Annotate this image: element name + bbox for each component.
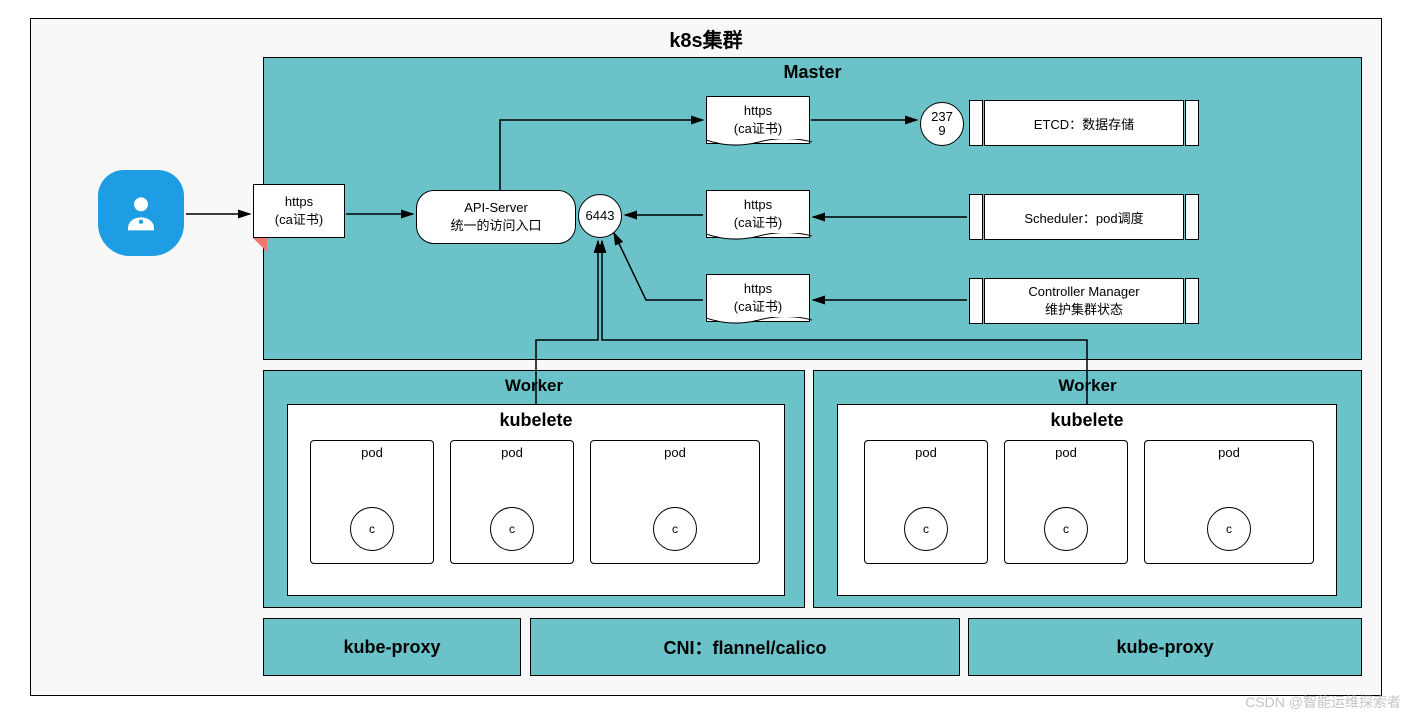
https-line1: https	[744, 103, 772, 118]
kube-proxy2-label: kube-proxy	[1116, 637, 1213, 658]
pod-container-circle: c	[350, 507, 394, 551]
kube-proxy2-box: kube-proxy	[968, 618, 1362, 676]
kube-proxy1-label: kube-proxy	[343, 637, 440, 658]
etcd-left-side	[969, 100, 983, 146]
watermark-text: CSDN @智能运维探索者	[1245, 692, 1401, 712]
kubelet2-title: kubelete	[837, 410, 1337, 431]
https-note-controller: https (ca证书)	[706, 274, 810, 322]
pod-label: pod	[591, 445, 759, 460]
controller-left-side	[969, 278, 983, 324]
etcd-right-side	[1185, 100, 1199, 146]
worker1-title: Worker	[263, 376, 805, 396]
pod-container-circle: c	[490, 507, 534, 551]
master-title: Master	[263, 62, 1362, 83]
api-server-line2: 统一的访问入口	[450, 215, 541, 234]
kubelet1-title: kubelete	[287, 410, 785, 431]
pod-container-circle: c	[904, 507, 948, 551]
cni-label: CNI：flannel/calico	[663, 634, 826, 660]
ribbon-notch	[253, 238, 267, 252]
controller-module: Controller Manager 维护集群状态	[984, 278, 1184, 324]
pod-label: pod	[865, 445, 987, 460]
pod-box: pod c	[590, 440, 760, 564]
pod-container-circle: c	[653, 507, 697, 551]
user-icon	[98, 170, 184, 256]
scheduler-module: Scheduler：pod调度	[984, 194, 1184, 240]
diagram-canvas: k8s集群 Master https (ca证书) API-Server 统一的…	[0, 0, 1413, 718]
pod-box: pod c	[450, 440, 574, 564]
cni-box: CNI：flannel/calico	[530, 618, 960, 676]
etcd-module: ETCD：数据存储	[984, 100, 1184, 146]
api-server-line1: API-Server	[464, 200, 528, 215]
scheduler-text: Scheduler：pod调度	[1024, 208, 1143, 227]
pod-box: pod c	[1004, 440, 1128, 564]
pod-label: pod	[451, 445, 573, 460]
pod-label: pod	[1145, 445, 1313, 460]
etcd-port-circle: 237 9	[920, 102, 964, 146]
api-port-circle: 6443	[578, 194, 622, 238]
https-note-etcd: https (ca证书)	[706, 96, 810, 144]
controller-right-side	[1185, 278, 1199, 324]
https-line2: (ca证书)	[734, 212, 782, 231]
cluster-title: k8s集群	[30, 24, 1382, 53]
pod-box: pod c	[1144, 440, 1314, 564]
worker2-title: Worker	[813, 376, 1362, 396]
pod-box: pod c	[310, 440, 434, 564]
scheduler-left-side	[969, 194, 983, 240]
controller-line2: 维护集群状态	[1045, 299, 1123, 318]
https-note-line2: (ca证书)	[275, 209, 323, 228]
scheduler-right-side	[1185, 194, 1199, 240]
controller-line1: Controller Manager	[1028, 284, 1139, 299]
pod-label: pod	[1005, 445, 1127, 460]
api-server-box: API-Server 统一的访问入口	[416, 190, 576, 244]
pod-container-circle: c	[1207, 507, 1251, 551]
https-line2: (ca证书)	[734, 296, 782, 315]
pod-container-circle: c	[1044, 507, 1088, 551]
https-line1: https	[744, 197, 772, 212]
kube-proxy1-box: kube-proxy	[263, 618, 521, 676]
https-line2: (ca证书)	[734, 118, 782, 137]
https-note-line1: https	[285, 194, 313, 209]
https-line1: https	[744, 281, 772, 296]
https-user-note: https (ca证书)	[253, 184, 345, 238]
https-note-scheduler: https (ca证书)	[706, 190, 810, 238]
etcd-text: ETCD：数据存储	[1034, 114, 1134, 133]
pod-box: pod c	[864, 440, 988, 564]
pod-label: pod	[311, 445, 433, 460]
